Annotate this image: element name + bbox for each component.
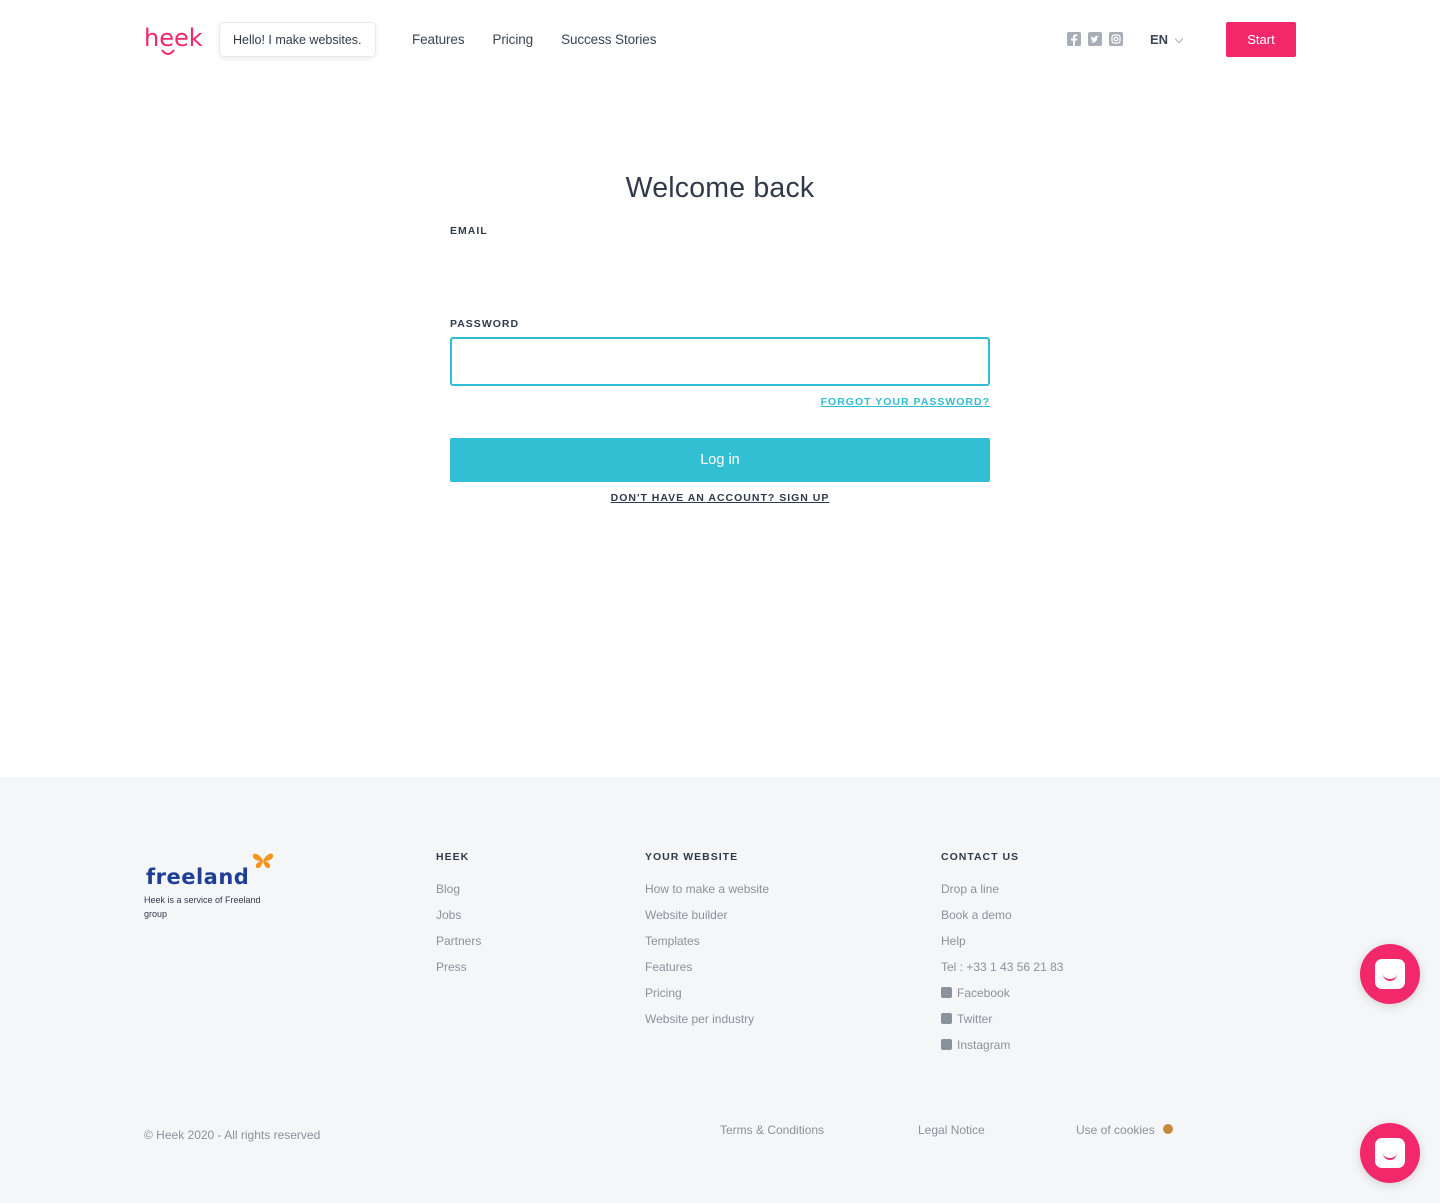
page-title: Welcome back xyxy=(625,172,815,204)
footer-facebook-label: Facebook xyxy=(957,986,1010,1000)
footer-link-help[interactable]: Help xyxy=(941,928,1063,954)
footer-link-pricing[interactable]: Pricing xyxy=(645,980,769,1006)
header-social xyxy=(1067,32,1123,46)
footer-col-heek: HEEK Blog Jobs Partners Press xyxy=(436,851,481,980)
instagram-icon[interactable] xyxy=(1109,32,1123,46)
language-selector[interactable]: EN xyxy=(1150,32,1184,47)
password-label: PASSWORD xyxy=(450,318,520,330)
butterfly-icon xyxy=(252,852,274,875)
nav-pricing[interactable]: Pricing xyxy=(492,31,533,49)
cookie-icon xyxy=(1162,1124,1173,1134)
svg-text:heek: heek xyxy=(144,24,203,52)
signup-row: DON'T HAVE AN ACCOUNT? SIGN UP xyxy=(0,492,1440,504)
footer-phone[interactable]: Tel : +33 1 43 56 21 83 xyxy=(941,954,1063,980)
chat-icon xyxy=(1375,1138,1405,1168)
site-header: heek Hello! I make websites. Features Pr… xyxy=(0,0,1440,80)
footer-link-features[interactable]: Features xyxy=(645,954,769,980)
service-note: Heek is a service of Freeland group xyxy=(144,895,261,919)
chat-icon xyxy=(1375,959,1405,989)
footer-col-contact: CONTACT US Drop a line Book a demo Help … xyxy=(941,851,1063,1058)
facebook-icon[interactable] xyxy=(1067,32,1081,46)
footer-link-jobs[interactable]: Jobs xyxy=(436,902,481,928)
nav-features[interactable]: Features xyxy=(412,31,465,49)
footer-link-industry[interactable]: Website per industry xyxy=(645,1006,769,1032)
freeland-logo[interactable]: freeland xyxy=(146,865,249,889)
cookies-link[interactable]: Use of cookies xyxy=(1076,1123,1173,1137)
footer-link-blog[interactable]: Blog xyxy=(436,876,481,902)
signup-link[interactable]: DON'T HAVE AN ACCOUNT? SIGN UP xyxy=(611,492,830,504)
footer-twitter-label: Twitter xyxy=(957,1012,993,1026)
footer-instagram-label: Instagram xyxy=(957,1038,1011,1052)
language-label: EN xyxy=(1150,32,1169,47)
terms-link[interactable]: Terms & Conditions xyxy=(720,1123,824,1137)
footer-link-templates[interactable]: Templates xyxy=(645,928,769,954)
password-field[interactable] xyxy=(450,337,990,386)
instagram-icon xyxy=(941,1039,952,1050)
twitter-icon xyxy=(941,1013,952,1024)
footer-link-drop-line[interactable]: Drop a line xyxy=(941,876,1063,902)
footer-instagram-link[interactable]: Instagram xyxy=(941,1032,1063,1058)
twitter-icon[interactable] xyxy=(1088,32,1102,46)
email-label: EMAIL xyxy=(450,225,488,237)
legal-notice-link[interactable]: Legal Notice xyxy=(918,1123,985,1137)
chevron-down-icon xyxy=(1174,34,1184,44)
login-button[interactable]: Log in xyxy=(450,438,990,482)
start-button[interactable]: Start xyxy=(1226,22,1296,57)
heek-logo[interactable]: heek xyxy=(144,24,204,63)
chat-launcher-button[interactable] xyxy=(1360,944,1420,1004)
footer-facebook-link[interactable]: Facebook xyxy=(941,980,1063,1006)
heek-logo-icon: heek xyxy=(144,24,203,55)
footer-link-builder[interactable]: Website builder xyxy=(645,902,769,928)
footer-col-website: YOUR WEBSITE How to make a website Websi… xyxy=(645,851,769,1032)
forgot-password-link[interactable]: FORGOT YOUR PASSWORD? xyxy=(450,396,990,408)
footer-link-book-demo[interactable]: Book a demo xyxy=(941,902,1063,928)
chat-launcher-button-secondary[interactable] xyxy=(1360,1123,1420,1183)
nav-success-stories[interactable]: Success Stories xyxy=(561,31,656,49)
footer-link-how-to[interactable]: How to make a website xyxy=(645,876,769,902)
footer-heading-contact: CONTACT US xyxy=(941,851,1020,863)
footer-heading-heek: HEEK xyxy=(436,851,470,863)
footer-link-press[interactable]: Press xyxy=(436,954,481,980)
main-nav: Features Pricing Success Stories xyxy=(412,31,684,49)
speech-bubble: Hello! I make websites. xyxy=(219,22,376,57)
copyright: © Heek 2020 - All rights reserved xyxy=(144,1128,321,1142)
cookies-label: Use of cookies xyxy=(1076,1123,1155,1137)
facebook-icon xyxy=(941,987,952,998)
footer-twitter-link[interactable]: Twitter xyxy=(941,1006,1063,1032)
footer-link-partners[interactable]: Partners xyxy=(436,928,481,954)
footer-heading-website: YOUR WEBSITE xyxy=(645,851,739,863)
email-field[interactable] xyxy=(450,246,990,286)
